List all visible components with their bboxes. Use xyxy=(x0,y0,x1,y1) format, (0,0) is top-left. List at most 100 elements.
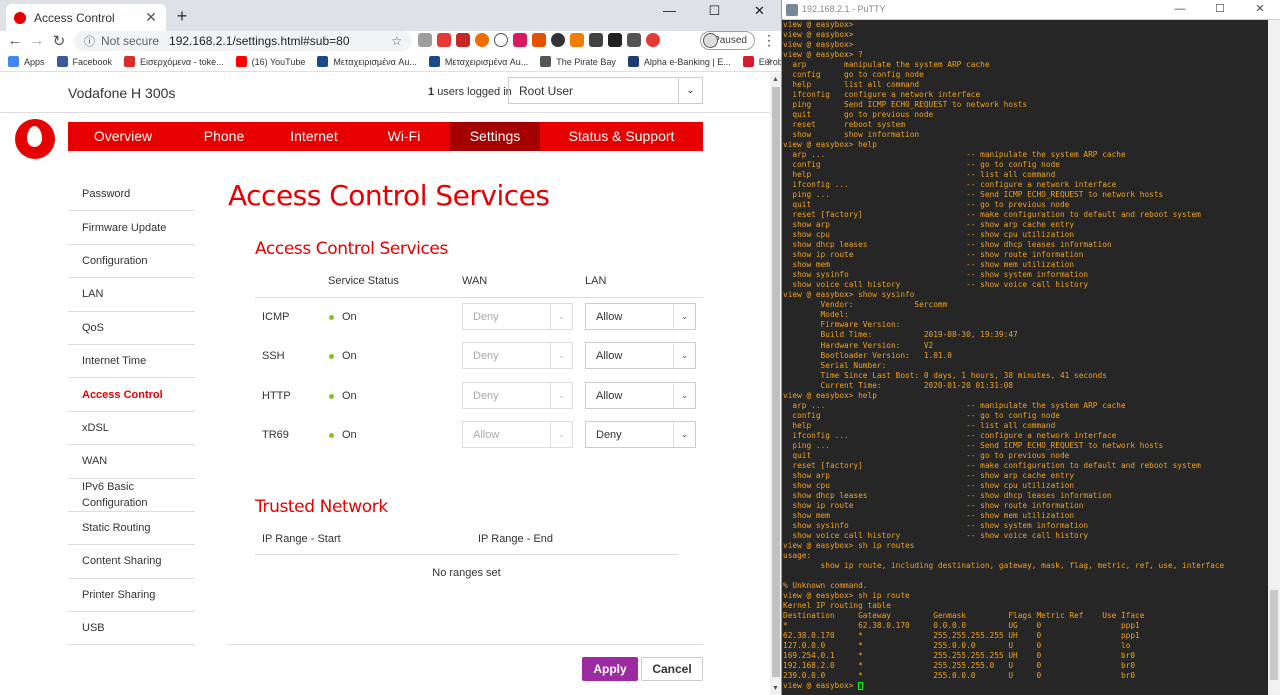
chevron-down-icon: ⌄ xyxy=(678,78,702,103)
vodafone-logo[interactable] xyxy=(15,119,55,159)
service-status: On xyxy=(329,311,357,323)
profile-button[interactable]: Paused xyxy=(700,31,755,50)
extension-icon[interactable] xyxy=(608,33,622,47)
trusted-network-header: IP Range - Start IP Range - End xyxy=(255,527,678,555)
wan-select-value: Deny xyxy=(473,349,499,362)
bookmark-icon xyxy=(428,56,440,67)
bookmark-item[interactable]: (16) YouTube xyxy=(235,56,305,67)
col-service-status: Service Status xyxy=(328,275,399,287)
bookmark-item[interactable]: Μεταχειρισμένα Au... xyxy=(428,56,528,67)
sidebar-item[interactable]: QoS xyxy=(68,312,195,345)
bookmark-label: The Pirate Bay xyxy=(556,56,616,67)
nav-status-support[interactable]: Status & Support xyxy=(540,122,703,151)
minimize-button[interactable]: — xyxy=(647,0,692,31)
close-window-button[interactable]: ✕ xyxy=(737,0,781,31)
maximize-button[interactable]: ☐ xyxy=(692,0,737,31)
lan-select[interactable]: Deny ⌄ xyxy=(585,421,696,448)
bookmark-item[interactable]: Apps xyxy=(8,56,45,67)
lan-select[interactable]: Allow ⌄ xyxy=(585,382,696,409)
url-text[interactable]: 192.168.2.1/settings.html#sub=80 xyxy=(169,34,391,48)
nav-wifi[interactable]: Wi-Fi xyxy=(358,122,450,151)
page-scrollbar[interactable]: ▲ ▼ xyxy=(770,73,781,695)
apply-button[interactable]: Apply xyxy=(582,657,638,681)
extension-icon[interactable] xyxy=(589,33,603,47)
chevron-down-icon: ⌄ xyxy=(550,304,572,329)
scroll-down-icon[interactable]: ▼ xyxy=(772,685,779,692)
tab-access-control[interactable]: Access Control ✕ xyxy=(6,4,166,31)
sidebar-item[interactable]: Access Control xyxy=(68,378,195,412)
avatar xyxy=(703,33,718,48)
sidebar-item[interactable]: WAN xyxy=(68,445,195,479)
bookmark-icon xyxy=(742,56,754,67)
bookmark-item[interactable]: The Pirate Bay xyxy=(540,56,616,67)
new-tab-button[interactable]: + xyxy=(172,6,192,27)
extension-icon[interactable] xyxy=(437,33,451,47)
lan-select[interactable]: Allow ⌄ xyxy=(585,303,696,330)
wan-select[interactable]: Allow ⌄ xyxy=(462,421,573,448)
sidebar-item[interactable]: Password xyxy=(68,178,195,212)
forward-button[interactable]: → xyxy=(28,32,46,49)
scrollbar-thumb[interactable] xyxy=(772,87,780,677)
scrollbar-thumb[interactable] xyxy=(1270,590,1278,680)
bookmark-icon xyxy=(235,56,247,67)
user-select[interactable]: Root User ⌄ xyxy=(508,77,703,104)
bookmark-star-icon[interactable]: ☆ xyxy=(391,34,402,48)
bookmark-item[interactable]: Μεταχειρισμένα Au... xyxy=(317,56,417,67)
chevron-down-icon: ⌄ xyxy=(550,422,572,447)
bookmarks-more-icon[interactable]: » xyxy=(766,55,772,67)
extension-icon[interactable] xyxy=(627,33,641,47)
extension-icon[interactable] xyxy=(532,33,546,47)
sidebar-item[interactable]: Internet Time xyxy=(68,345,195,379)
extension-icon[interactable] xyxy=(494,33,508,47)
sidebar-item[interactable]: Static Routing xyxy=(68,512,195,546)
close-tab-icon[interactable]: ✕ xyxy=(144,9,158,26)
extension-icon[interactable] xyxy=(418,33,432,47)
scroll-up-icon[interactable]: ▲ xyxy=(772,76,779,83)
back-button[interactable]: ← xyxy=(6,32,24,49)
nav-settings[interactable]: Settings xyxy=(450,122,540,151)
info-icon[interactable]: ⓘ xyxy=(84,33,95,49)
browser-menu-icon[interactable]: ⋮ xyxy=(762,32,776,49)
wan-select-value: Deny xyxy=(473,389,499,402)
nav-phone[interactable]: Phone xyxy=(178,122,270,151)
section-title: Access Control Services xyxy=(255,239,448,259)
nav-internet[interactable]: Internet xyxy=(270,122,358,151)
chevron-down-icon: ⌄ xyxy=(673,343,695,368)
sidebar-item[interactable]: Content Sharing xyxy=(68,545,195,579)
extension-icon[interactable] xyxy=(551,33,565,47)
bookmark-item[interactable]: Eurobank xyxy=(742,56,781,67)
sidebar-item[interactable]: LAN xyxy=(68,278,195,312)
reload-button[interactable]: ↻ xyxy=(50,32,68,50)
cancel-button[interactable]: Cancel xyxy=(641,657,703,681)
bookmark-item[interactable]: Alpha e-Banking | E... xyxy=(627,56,731,67)
bookmark-item[interactable]: Facebook xyxy=(56,56,112,67)
extension-icon[interactable] xyxy=(475,33,489,47)
terminal[interactable]: view @ easybox> view @ easybox> view @ e… xyxy=(782,20,1268,695)
sidebar-item[interactable]: Printer Sharing xyxy=(68,579,195,613)
wan-select[interactable]: Deny ⌄ xyxy=(462,342,573,369)
extension-icon[interactable] xyxy=(456,33,470,47)
sidebar-item[interactable]: USB xyxy=(68,612,195,646)
sidebar-item[interactable]: Firmware Update xyxy=(68,211,195,245)
wan-select[interactable]: Deny ⌄ xyxy=(462,382,573,409)
putty-close-button[interactable]: ✕ xyxy=(1240,0,1280,18)
terminal-scrollbar[interactable] xyxy=(1268,20,1280,695)
extension-icon[interactable] xyxy=(513,33,527,47)
extension-icon[interactable] xyxy=(646,33,660,47)
putty-maximize-button[interactable]: ☐ xyxy=(1200,0,1240,18)
nav-overview[interactable]: Overview xyxy=(68,122,178,151)
sidebar-item[interactable]: Configuration xyxy=(68,245,195,279)
service-status: On xyxy=(329,350,357,362)
wan-select-value: Deny xyxy=(473,310,499,323)
service-row: TR69 On Allow ⌄ Deny ⌄ xyxy=(255,417,703,456)
sidebar-item[interactable]: xDSL xyxy=(68,412,195,446)
lan-select[interactable]: Allow ⌄ xyxy=(585,342,696,369)
wan-select[interactable]: Deny ⌄ xyxy=(462,303,573,330)
sidebar-item[interactable]: IPv6 Basic Configuration xyxy=(68,479,195,512)
extension-icon[interactable] xyxy=(570,33,584,47)
putty-minimize-button[interactable]: — xyxy=(1160,0,1200,18)
bookmark-item[interactable]: Εισερχόμενα - toke... xyxy=(124,56,224,67)
bookmarks-bar: Apps Facebook Εισερχόμενα - toke... (16) Yo… xyxy=(0,52,781,72)
bookmark-icon xyxy=(627,56,639,67)
omnibox[interactable]: ⓘ Not secure 192.168.2.1/settings.html#s… xyxy=(74,31,412,51)
